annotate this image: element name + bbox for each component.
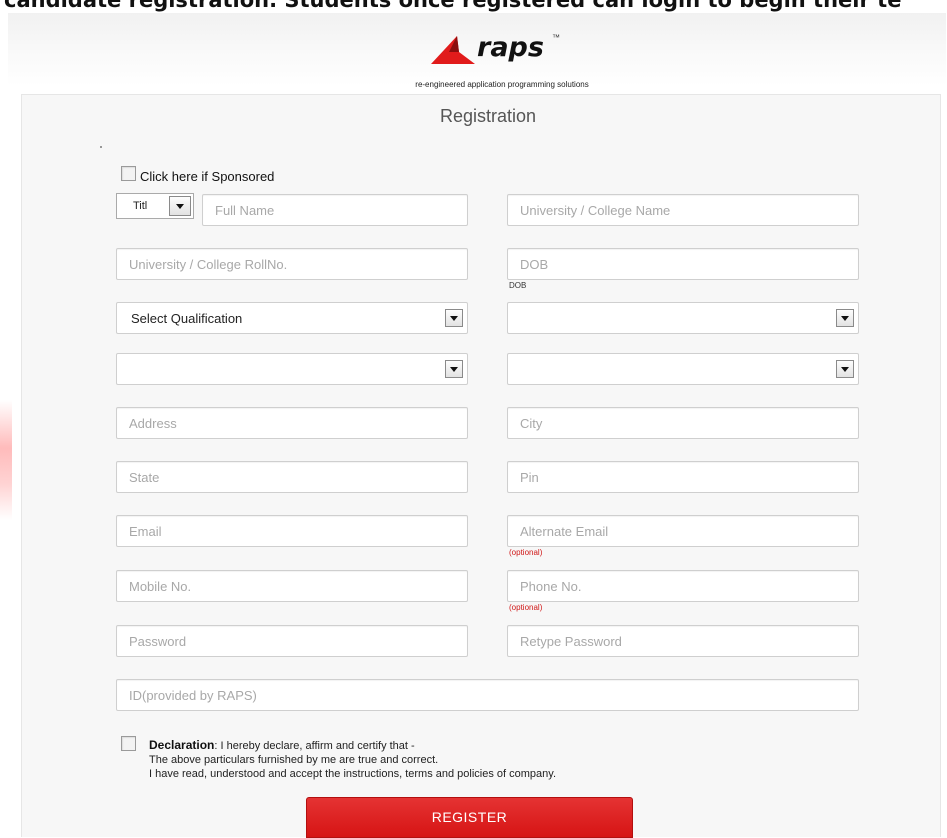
title-select-value: Titl [133,200,148,212]
raps-id-input[interactable] [116,679,859,711]
decorative-red-bar [0,400,12,520]
logo-trademark: ™ [552,33,560,42]
phone-input[interactable] [507,570,859,602]
mobile-input[interactable] [116,570,468,602]
declaration-checkbox[interactable] [121,736,136,751]
register-button[interactable]: REGISTER [306,797,633,838]
declaration-label: Declaration [149,738,215,752]
state-input[interactable] [116,461,468,493]
qualification-select[interactable]: Select Qualification [116,302,468,334]
tagline: re-engineered application programming so… [415,80,589,89]
raps-logo-icon [431,36,475,64]
chevron-down-icon[interactable] [169,196,191,216]
logo-wordmark: raps [477,32,544,63]
address-input[interactable] [116,407,468,439]
alternate-email-input[interactable] [507,515,859,547]
raps-logo: raps ™ [429,30,579,70]
title-select[interactable]: Titl [116,193,194,219]
secondary-select-2[interactable] [116,353,468,385]
declaration-line-3: I have read, understood and accept the i… [149,768,557,780]
phone-optional-hint: (optional) [509,603,543,612]
university-name-input[interactable] [507,194,859,226]
divider-dot [100,146,102,148]
full-name-input[interactable] [202,194,468,226]
city-input[interactable] [507,407,859,439]
site-header: raps ™ re-engineered application program… [8,13,946,89]
declaration-text: Declaration: I hereby declare, affirm an… [149,738,556,781]
page-caption: candidate registration. Students once re… [4,0,902,12]
chevron-down-icon[interactable] [445,360,463,378]
declaration-statement: : I hereby declare, affirm and certify t… [214,740,415,752]
email-input[interactable] [116,515,468,547]
page-title: Registration [439,106,537,126]
chevron-down-icon[interactable] [445,309,463,327]
password-input[interactable] [116,625,468,657]
sponsored-checkbox[interactable] [121,166,136,181]
roll-no-input[interactable] [116,248,468,280]
secondary-select-1[interactable] [507,302,859,334]
sponsored-label: Click here if Sponsored [140,169,275,184]
alternate-email-optional-hint: (optional) [509,548,543,557]
declaration-line-2: The above particulars furnished by me ar… [149,754,439,766]
chevron-down-icon[interactable] [836,309,854,327]
dob-hint: DOB [509,281,527,290]
secondary-select-3[interactable] [507,353,859,385]
declaration-line-1: Declaration: I hereby declare, affirm an… [149,738,556,753]
chevron-down-icon[interactable] [836,360,854,378]
retype-password-input[interactable] [507,625,859,657]
dob-input[interactable] [507,248,859,280]
pin-input[interactable] [507,461,859,493]
qualification-select-value: Select Qualification [131,311,243,326]
